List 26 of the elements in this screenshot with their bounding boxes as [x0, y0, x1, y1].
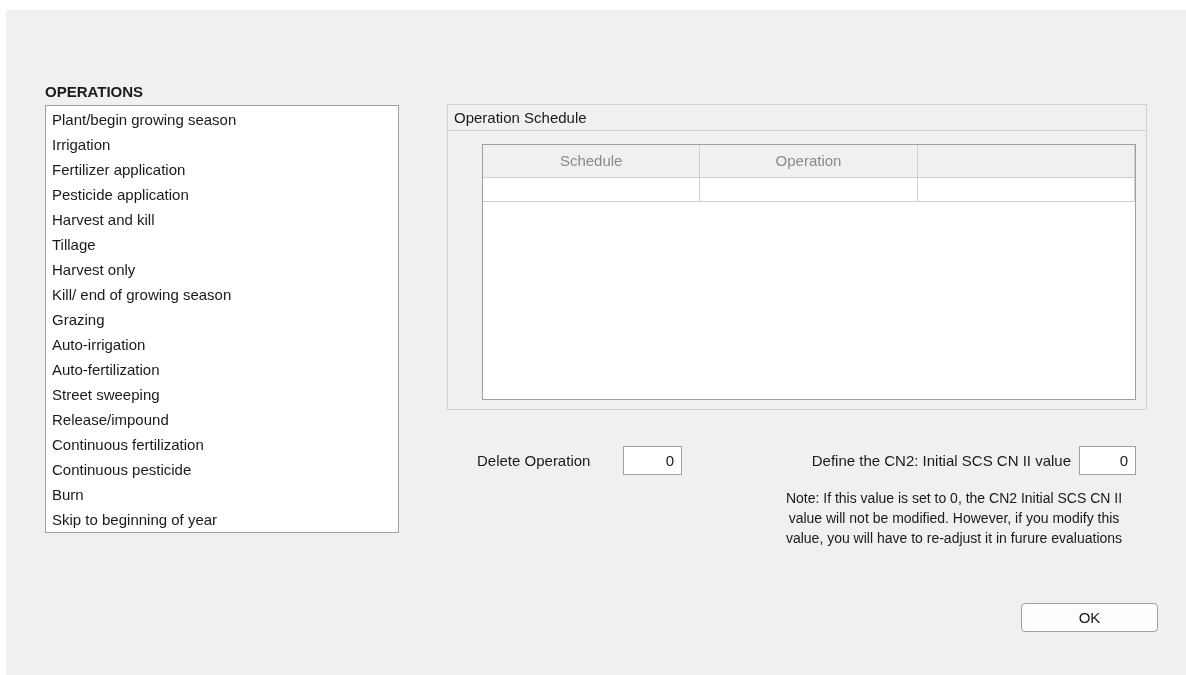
list-item[interactable]: Continuous fertilization: [52, 433, 392, 458]
list-item[interactable]: Auto-fertilization: [52, 358, 392, 383]
list-item[interactable]: Continuous pesticide: [52, 458, 392, 483]
ok-button[interactable]: OK: [1021, 603, 1158, 632]
list-item[interactable]: Kill/ end of growing season: [52, 283, 392, 308]
input-field[interactable]: 0: [623, 446, 682, 475]
list-item[interactable]: Grazing: [52, 308, 392, 333]
list-item[interactable]: Harvest and kill: [52, 208, 392, 233]
list-item[interactable]: Plant/begin growing season: [52, 108, 392, 133]
list-item[interactable]: Burn: [52, 483, 392, 508]
list-item[interactable]: Irrigation: [52, 133, 392, 158]
list-item[interactable]: Fertilizer application: [52, 158, 392, 183]
operations-list[interactable]: [45, 105, 399, 533]
list-item[interactable]: Tillage: [52, 233, 392, 258]
note-text: Note: If this value is set to 0, the CN2 Initial SCS CN II value will not be modified. However, if you modify this value, you will have to re-adjust it in furure evaluations: [784, 489, 1124, 548]
list-item[interactable]: Auto-irrigation: [52, 333, 392, 358]
list-item[interactable]: Skip to beginning of year: [52, 508, 392, 533]
list-item[interactable]: Street sweeping: [52, 383, 392, 408]
group-title: Operation Schedule: [448, 105, 1146, 131]
list-item[interactable]: Harvest only: [52, 258, 392, 283]
section-heading: OPERATIONS: [45, 83, 145, 102]
field-label: Define the CN2: Initial SCS CN II value: [811, 452, 1071, 469]
list-item[interactable]: Pesticide application: [52, 183, 392, 208]
input-field[interactable]: 0: [1079, 446, 1136, 475]
field-label: Delete Operation: [477, 452, 592, 469]
list-item[interactable]: Release/impound: [52, 408, 392, 433]
